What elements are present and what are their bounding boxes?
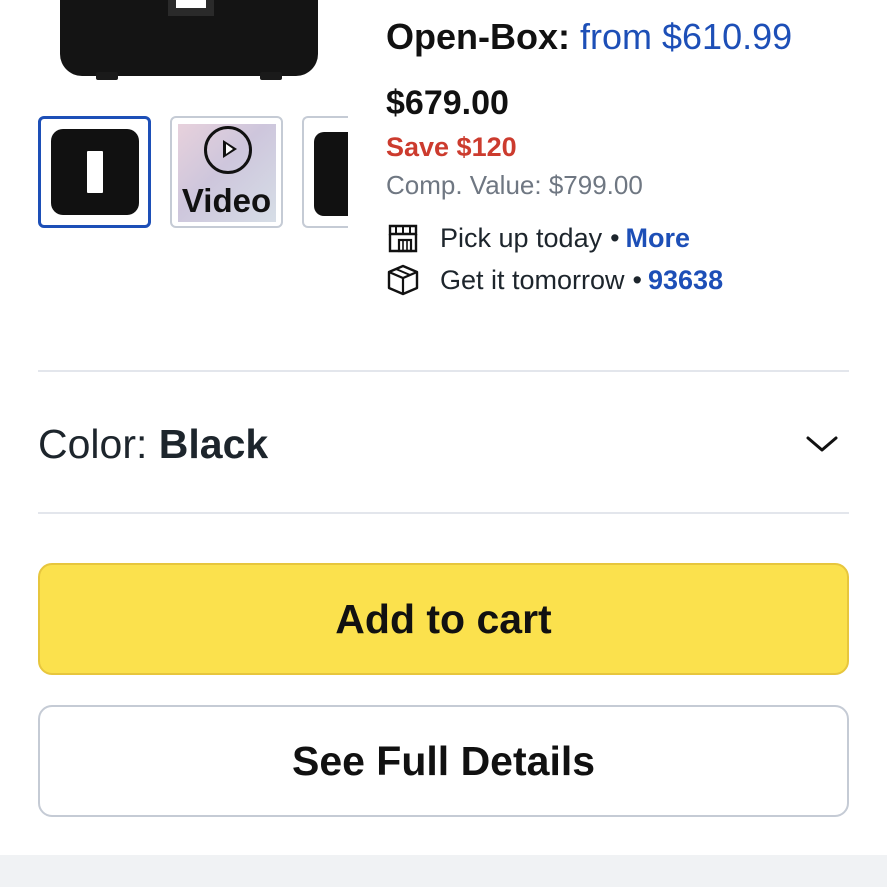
store-pickup-icon [388, 224, 418, 253]
video-label: Video [181, 182, 272, 219]
current-price: $679.00 [386, 84, 509, 122]
chevron-down-icon[interactable] [805, 434, 839, 454]
package-box-icon [387, 264, 419, 296]
pickup-row: Pick up today • More [386, 221, 690, 255]
product-page: Video Open-Box: from $610.99 $679.00 Sav… [0, 0, 887, 887]
open-box-line: Open-Box: from $610.99 [386, 16, 792, 58]
savings-text: Save $120 [386, 132, 517, 162]
delivery-text: Get it tomorrow [440, 264, 625, 295]
color-label: Color: [38, 420, 148, 467]
see-full-details-button[interactable]: See Full Details [38, 705, 849, 817]
pickup-text: Pick up today [440, 222, 603, 253]
footer-band [0, 855, 887, 887]
subwoofer-slot-graphic [168, 0, 214, 16]
color-label-group: Color: Black [38, 421, 268, 468]
open-box-label: Open-Box: [386, 16, 570, 57]
open-box-link[interactable]: from $610.99 [580, 16, 792, 57]
comparison-value: Comp. Value: $799.00 [386, 170, 643, 200]
color-selector[interactable]: Color: Black [38, 396, 849, 492]
separator: • [632, 264, 642, 295]
delivery-row: Get it tomorrow • 93638 [386, 263, 723, 297]
product-main-image[interactable] [60, 0, 318, 80]
subwoofer-slot [87, 151, 103, 193]
product-foot [96, 72, 118, 80]
pickup-more-link[interactable]: More [626, 223, 691, 254]
thumbnail-image-2[interactable] [302, 116, 348, 228]
divider [38, 370, 849, 372]
zip-code-link[interactable]: 93638 [648, 265, 723, 296]
subwoofer-thumbnail-graphic [314, 132, 348, 216]
color-value: Black [158, 420, 269, 467]
add-to-cart-button[interactable]: Add to cart [38, 563, 849, 675]
play-circle-icon [204, 126, 252, 174]
subwoofer-thumbnail-graphic [51, 129, 139, 215]
product-foot [260, 72, 282, 80]
divider [38, 512, 849, 514]
thumbnail-image-1[interactable] [38, 116, 151, 228]
thumbnail-video[interactable]: Video [170, 116, 283, 228]
separator: • [610, 222, 620, 253]
